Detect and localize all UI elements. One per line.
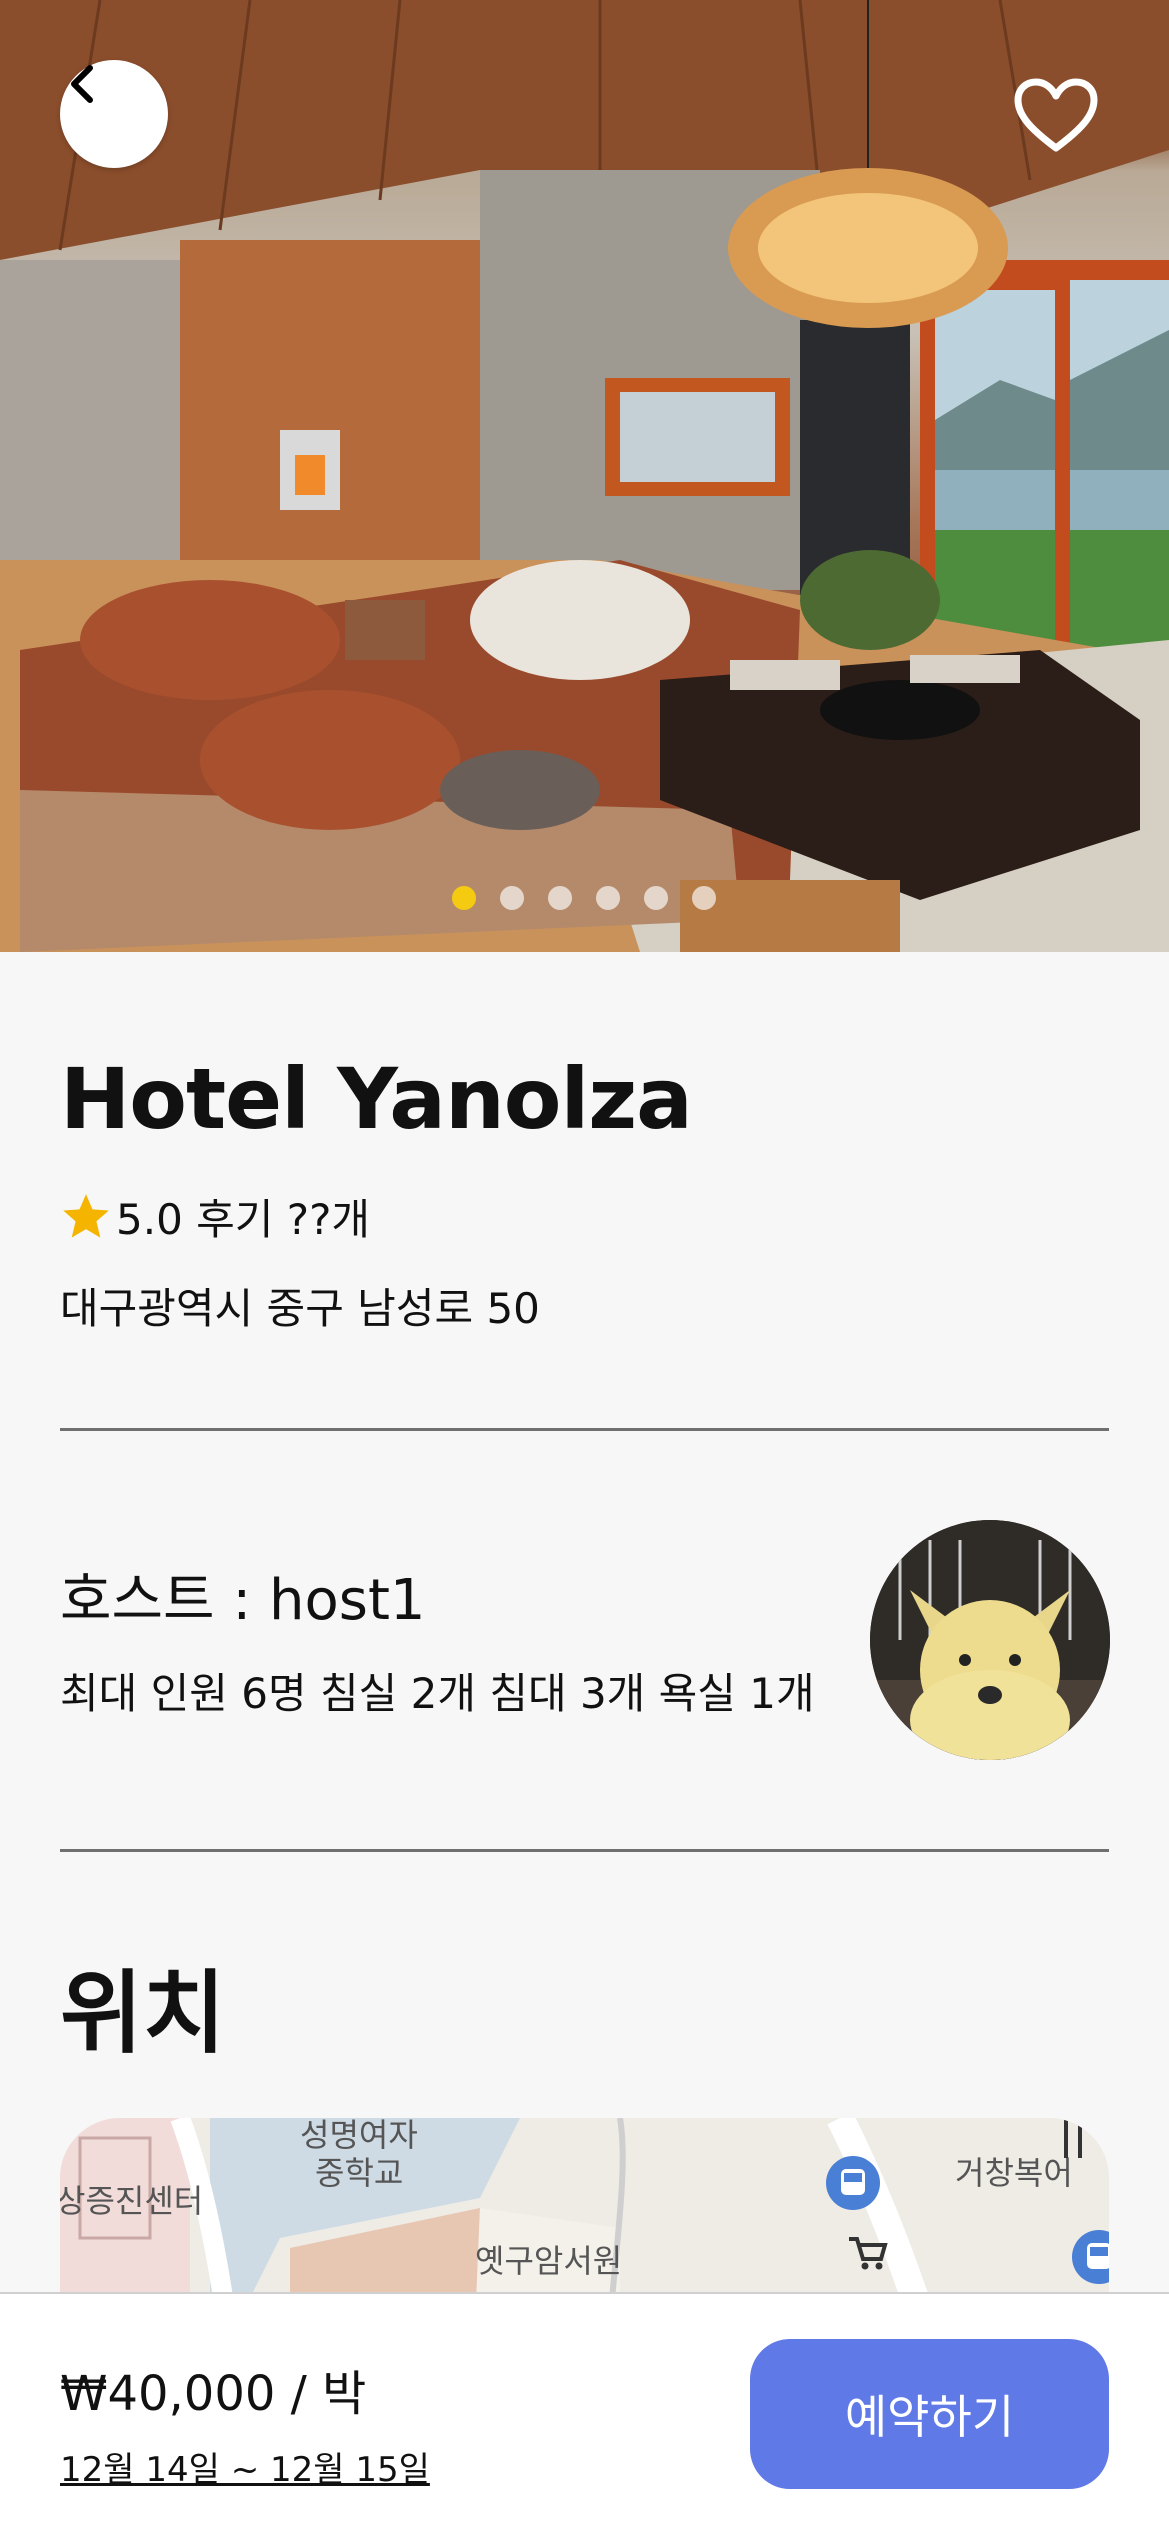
host-name: 호스트 : host1 — [60, 1568, 426, 1633]
carousel-dot[interactable] — [548, 886, 572, 910]
map-label: 중학교 — [315, 2154, 404, 2192]
map-label: 옛구암서원 — [475, 2242, 623, 2280]
star-icon — [63, 1193, 109, 1238]
back-button[interactable] — [60, 60, 168, 168]
room-details: 최대 인원 6명 침실 2개 침대 3개 욕실 1개 — [60, 1669, 815, 1718]
reserve-button[interactable]: 예약하기 — [750, 2339, 1109, 2489]
bus-icon[interactable] — [824, 2154, 882, 2212]
rating-row[interactable]: 5.0 후기 ??개 — [60, 1186, 370, 1247]
map-label: 상증진센터 — [60, 2182, 204, 2220]
favorite-button[interactable] — [1012, 76, 1100, 154]
carousel-dot[interactable] — [692, 886, 716, 910]
carousel-indicator[interactable] — [452, 886, 716, 910]
heart-outline-icon — [1014, 78, 1098, 152]
stay-dates[interactable]: 12월 14일 ~ 12월 15일 — [60, 2442, 430, 2491]
hotel-name: Hotel Yanolza — [60, 1050, 693, 1148]
hotel-address: 대구광역시 중구 남성로 50 — [60, 1284, 540, 1333]
bus-icon[interactable] — [1070, 2228, 1109, 2286]
host-avatar[interactable] — [870, 1520, 1110, 1760]
room-illustration — [0, 0, 1169, 952]
map-label: 거창복어 — [955, 2154, 1073, 2192]
carousel-dot[interactable] — [500, 886, 524, 910]
location-heading: 위치 — [60, 1961, 226, 2066]
cart-icon — [849, 2237, 888, 2270]
carousel-dot[interactable] — [452, 886, 476, 910]
rating-text: 5.0 후기 ??개 — [116, 1195, 370, 1244]
booking-bar: ₩40,000 / 박 12월 14일 ~ 12월 15일 예약하기 — [0, 2292, 1169, 2533]
price-per-night: ₩40,000 / 박 — [60, 2366, 367, 2422]
divider — [60, 1428, 1109, 1431]
dog-photo — [870, 1520, 1110, 1760]
carousel-dot[interactable] — [596, 886, 620, 910]
restaurant-icon — [1064, 2118, 1082, 2158]
carousel-dot[interactable] — [644, 886, 668, 910]
divider — [60, 1849, 1109, 1852]
chevron-left-icon — [71, 65, 93, 103]
hero-photo[interactable] — [0, 0, 1169, 952]
